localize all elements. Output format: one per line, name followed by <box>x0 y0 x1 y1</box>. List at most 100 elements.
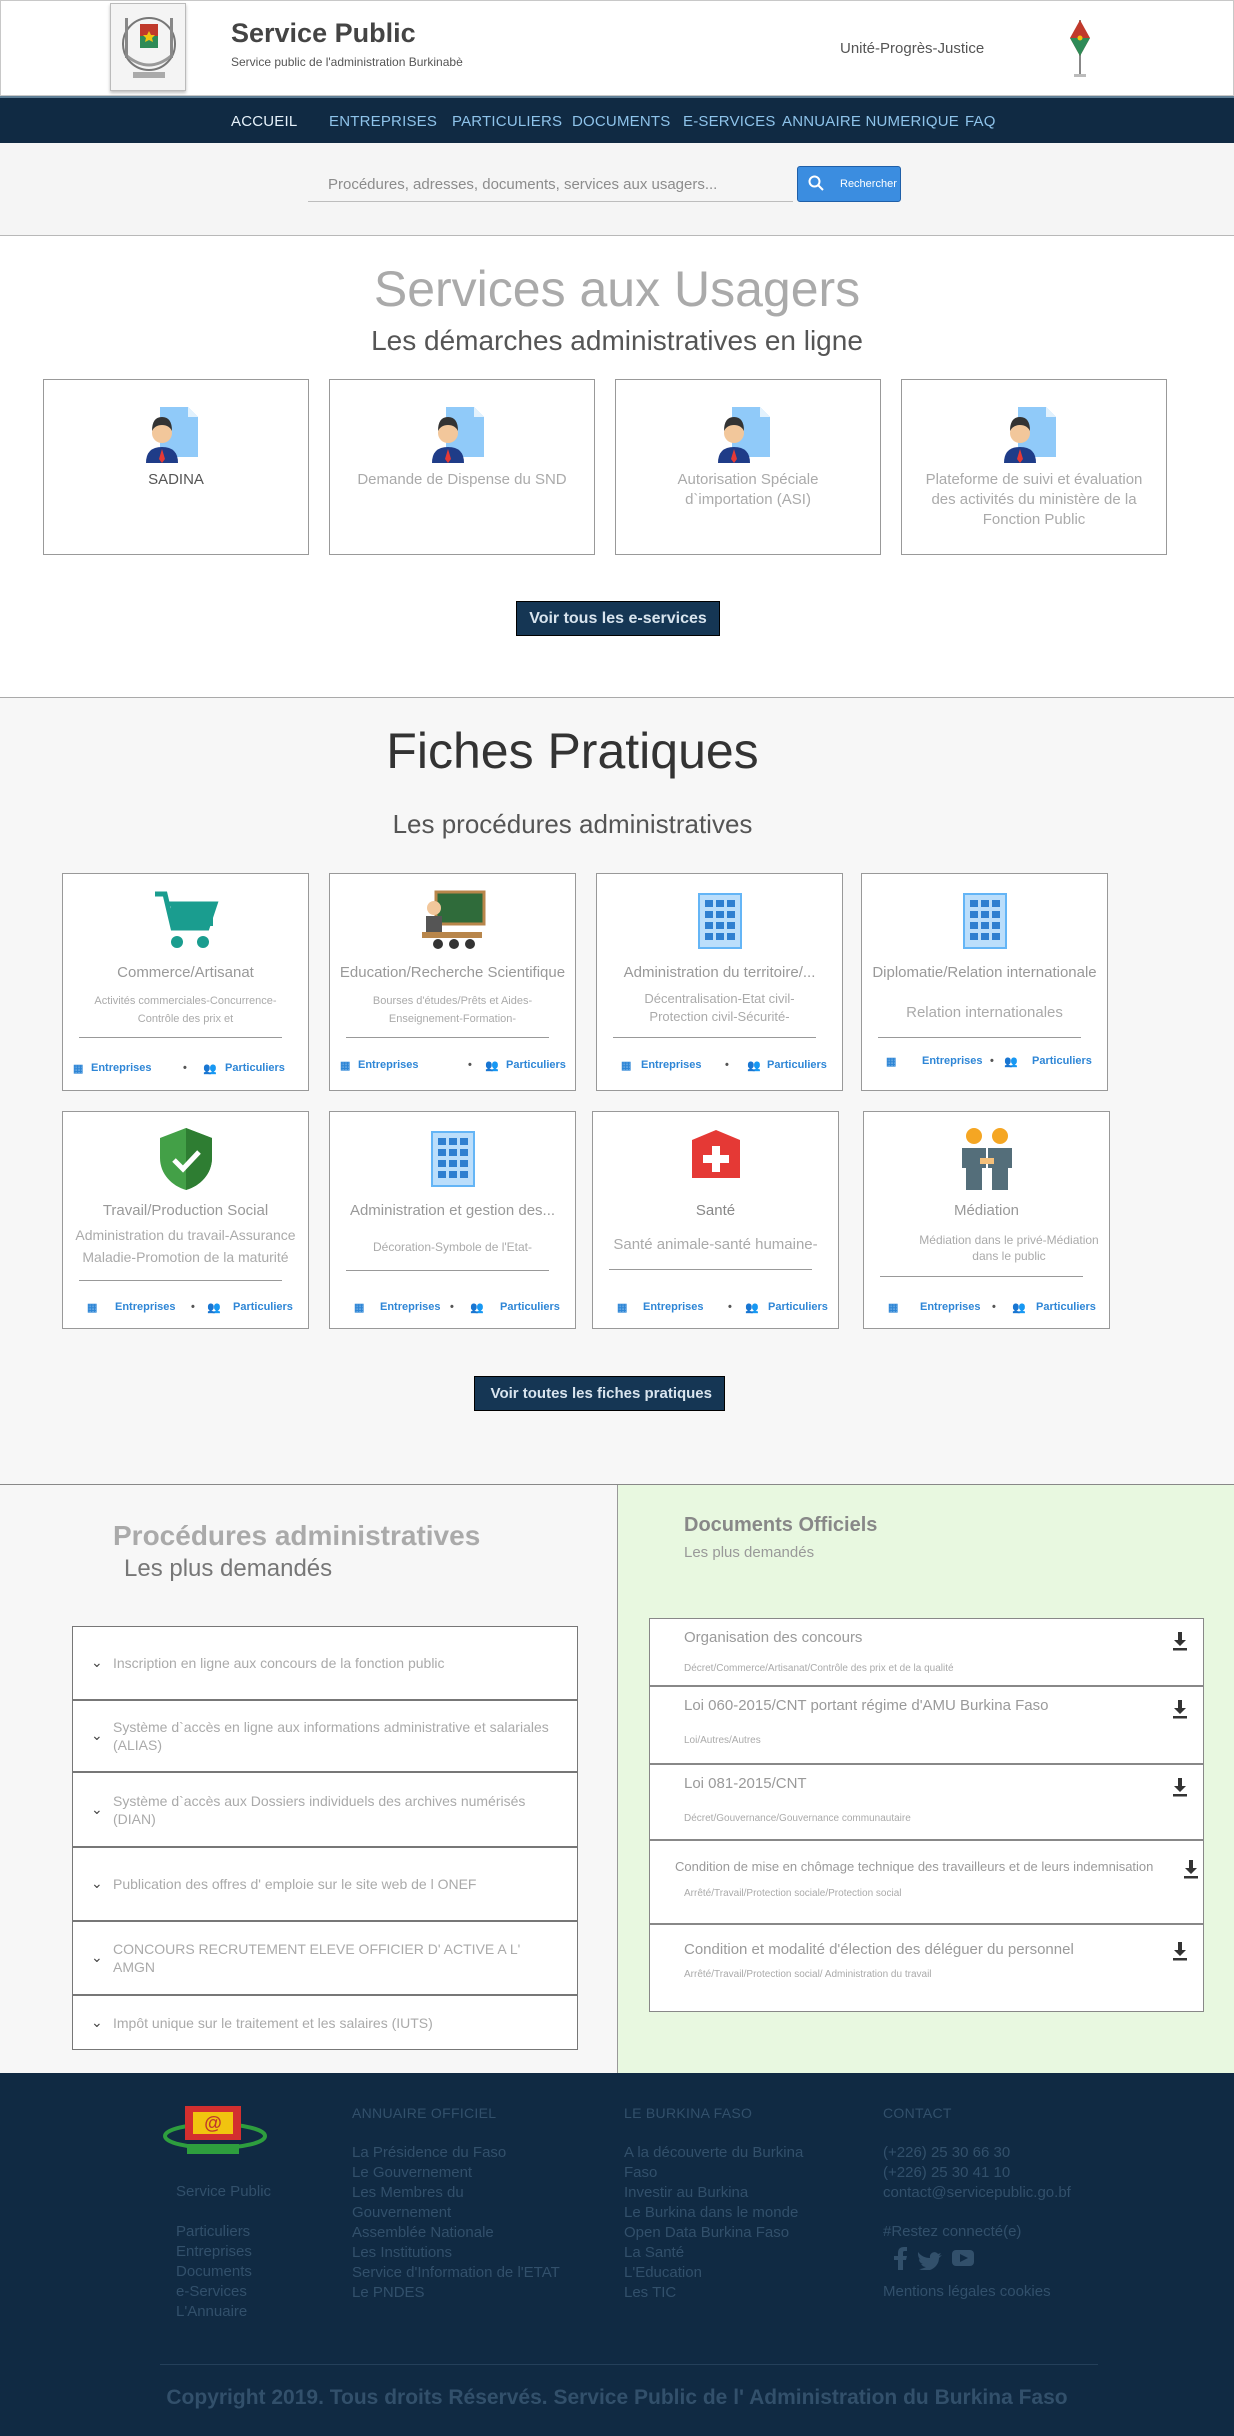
link-entreprises[interactable]: Entreprises <box>380 1301 441 1313</box>
link-particuliers[interactable]: Particuliers <box>1032 1055 1092 1067</box>
fiche-card-administration-territoire[interactable]: Administration du territoire/... Décentr… <box>596 873 843 1091</box>
chevron-down-icon: ⌄ <box>91 2013 103 2030</box>
document-item[interactable]: Loi 081-2015/CNT Décret/Gouvernance/Gouv… <box>649 1764 1204 1840</box>
footer-legal-links[interactable]: Mentions légales cookies <box>883 2282 1051 2302</box>
fiche-card-sante[interactable]: Santé Santé animale-santé humaine- ▦ Ent… <box>592 1111 839 1329</box>
building-small-icon: ▦ <box>617 1302 628 1314</box>
footer-link[interactable]: Documents <box>176 2262 252 2282</box>
link-entreprises[interactable]: Entreprises <box>641 1059 702 1071</box>
footer-link[interactable]: Entreprises <box>176 2242 252 2262</box>
eservice-card-label: Demande de Dispense du SND <box>357 471 567 488</box>
link-particuliers[interactable]: Particuliers <box>767 1059 827 1071</box>
footer-link[interactable]: Open Data Burkina Faso <box>624 2223 803 2243</box>
footer-link[interactable]: La Présidence du Faso <box>352 2143 560 2163</box>
footer-col2-title: LE BURKINA FASO <box>624 2105 753 2121</box>
eservice-card-plateforme-suivi[interactable]: Plateforme de suivi et évaluation des ac… <box>901 379 1167 555</box>
fiche-card-diplomatie[interactable]: Diplomatie/Relation internationale Relat… <box>861 873 1108 1091</box>
footer-link[interactable]: Investir au Burkina <box>624 2183 803 2203</box>
document-item[interactable]: Condition de mise en chômage technique d… <box>649 1840 1204 1924</box>
search-button[interactable]: Rechercher <box>797 166 901 202</box>
footer-link[interactable]: Assemblée Nationale <box>352 2223 560 2243</box>
footer-link[interactable]: L'Annuaire <box>176 2302 252 2322</box>
footer-social-label: #Restez connecté(e) <box>883 2223 1022 2240</box>
nav-accueil[interactable]: ACCUEIL <box>231 113 297 130</box>
footer-link[interactable]: Le Burkina dans le monde <box>624 2203 803 2223</box>
footer-phone[interactable]: (+226) 25 30 66 30 <box>883 2143 1071 2163</box>
procedure-item[interactable]: ⌄ Publication des offres d' emploie sur l… <box>72 1847 578 1921</box>
document-item[interactable]: Condition et modalité d'élection des dél… <box>649 1924 1204 2012</box>
eservice-card-dispense-snd[interactable]: Demande de Dispense du SND <box>329 379 595 555</box>
footer-link[interactable]: Particuliers <box>176 2222 252 2242</box>
procedure-item[interactable]: ⌄ Système d`accès en ligne aux informatio… <box>72 1700 578 1772</box>
coat-of-arms-logo[interactable] <box>110 3 186 91</box>
footer-contact: (+226) 25 30 66 30 (+226) 25 30 41 10 co… <box>883 2143 1071 2203</box>
procedure-item[interactable]: ⌄ Système d`accès aux Dossiers individuel… <box>72 1772 578 1847</box>
footer-link[interactable]: Le PNDES <box>352 2283 560 2303</box>
procedure-item[interactable]: ⌄ CONCOURS RECRUTEMENT ELEVE OFFICIER D' … <box>72 1921 578 1995</box>
nav-particuliers[interactable]: PARTICULIERS <box>452 113 562 130</box>
nav-faq[interactable]: FAQ <box>965 113 996 130</box>
building-small-icon: ▦ <box>886 1056 897 1068</box>
separator-dot: • <box>191 1301 195 1313</box>
link-particuliers[interactable]: Particuliers <box>768 1301 828 1313</box>
eservice-card-asi[interactable]: Autorisation Spéciale d`importation (ASI… <box>615 379 881 555</box>
footer-brand[interactable]: Service Public <box>176 2182 271 2202</box>
link-particuliers[interactable]: Particuliers <box>1036 1301 1096 1313</box>
footer-col1: La Présidence du Faso Le Gouvernement Le… <box>352 2143 560 2303</box>
footer-link[interactable]: Les Membres du <box>352 2183 560 2203</box>
download-icon[interactable] <box>1171 1631 1189 1651</box>
nav-annuaire-numerique[interactable]: ANNUAIRE NUMERIQUE <box>782 113 959 130</box>
fiche-card-travail[interactable]: Travail/Production Social Administration… <box>62 1111 309 1329</box>
link-particuliers[interactable]: Particuliers <box>506 1059 566 1071</box>
link-entreprises[interactable]: Entreprises <box>91 1062 152 1074</box>
nav-documents[interactable]: DOCUMENTS <box>572 113 670 130</box>
divider <box>613 1037 816 1038</box>
link-entreprises[interactable]: Entreprises <box>643 1301 704 1313</box>
all-fiches-button[interactable]: Voir toutes les fiches pratiques <box>474 1376 725 1411</box>
footer-link[interactable]: A la découverte du Burkina <box>624 2143 803 2163</box>
footer-link[interactable]: Faso <box>624 2163 803 2183</box>
nav-e-services[interactable]: E-SERVICES <box>683 113 776 130</box>
fiche-title: Administration du territoire/... <box>623 964 816 981</box>
procedure-item[interactable]: ⌄ Impôt unique sur le traitement et les s… <box>72 1995 578 2050</box>
footer-link[interactable]: e-Services <box>176 2282 252 2302</box>
document-item[interactable]: Loi 060-2015/CNT portant régime d'AMU Bu… <box>649 1686 1204 1764</box>
fiches-title: Fiches Pratiques <box>386 723 759 779</box>
footer-link[interactable]: La Santé <box>624 2243 803 2263</box>
youtube-icon <box>952 2250 974 2266</box>
link-particuliers[interactable]: Particuliers <box>233 1301 293 1313</box>
fiche-card-administration-gestion[interactable]: Administration et gestion des... Décorat… <box>329 1111 576 1329</box>
site-title[interactable]: Service Public <box>231 18 416 49</box>
link-particuliers[interactable]: Particuliers <box>500 1301 560 1313</box>
search-input[interactable] <box>308 168 793 202</box>
fiches-subtitle: Les procédures administratives <box>392 809 753 839</box>
fiche-card-commerce[interactable]: Commerce/Artisanat Activités commerciale… <box>62 873 309 1091</box>
document-item[interactable]: Organisation des concours Décret/Commerc… <box>649 1618 1204 1686</box>
fiche-card-mediation[interactable]: Médiation Médiation dans le privé-Médiat… <box>863 1111 1110 1329</box>
building-icon <box>950 886 1020 956</box>
footer-link[interactable]: Service d'Information de l'ETAT <box>352 2263 560 2283</box>
all-eservices-button[interactable]: Voir tous les e-services <box>516 601 720 636</box>
footer-email[interactable]: contact@servicepublic.go.bf <box>883 2183 1071 2203</box>
download-icon[interactable] <box>1182 1859 1200 1879</box>
footer-link[interactable]: Les Institutions <box>352 2243 560 2263</box>
procedure-item[interactable]: ⌄ Inscription en ligne aux concours de la… <box>72 1626 578 1700</box>
fiche-card-education[interactable]: Education/Recherche Scientifique Bourses… <box>329 873 576 1091</box>
download-icon[interactable] <box>1171 1699 1189 1719</box>
footer-link[interactable]: Les TIC <box>624 2283 803 2303</box>
link-entreprises[interactable]: Entreprises <box>920 1301 981 1313</box>
footer-link[interactable]: L'Education <box>624 2263 803 2283</box>
nav-entreprises[interactable]: ENTREPRISES <box>329 113 437 130</box>
download-icon[interactable] <box>1171 1941 1189 1961</box>
link-entreprises[interactable]: Entreprises <box>922 1055 983 1067</box>
footer-link[interactable]: Gouvernement <box>352 2203 560 2223</box>
divider <box>79 1037 282 1038</box>
eservice-card-sadina[interactable]: SADINA <box>43 379 309 555</box>
facebook-icon <box>894 2247 907 2270</box>
link-entreprises[interactable]: Entreprises <box>358 1059 419 1071</box>
link-entreprises[interactable]: Entreprises <box>115 1301 176 1313</box>
download-icon[interactable] <box>1171 1777 1189 1797</box>
link-particuliers[interactable]: Particuliers <box>225 1062 285 1074</box>
footer-phone[interactable]: (+226) 25 30 41 10 <box>883 2163 1071 2183</box>
footer-link[interactable]: Le Gouvernement <box>352 2163 560 2183</box>
